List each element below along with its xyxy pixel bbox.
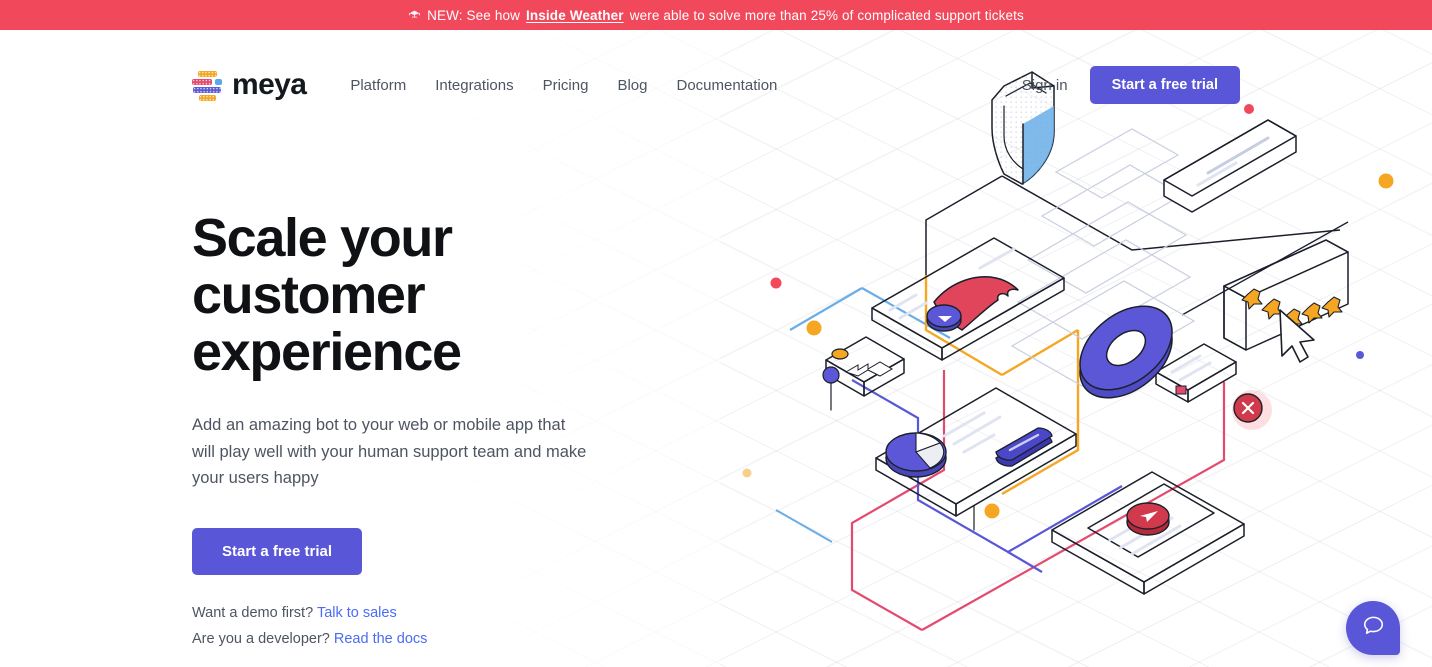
meya-logo[interactable]: meya xyxy=(192,68,307,101)
demo-note: Want a demo first? Talk to sales xyxy=(192,605,662,621)
hero-section: Scale your customer experience Add an am… xyxy=(192,208,662,657)
main-navigation: Platform Integrations Pricing Blog Docum… xyxy=(350,77,777,94)
chat-widget-button[interactable] xyxy=(1346,601,1400,655)
talk-to-sales-link[interactable]: Talk to sales xyxy=(317,605,397,621)
sign-in-link[interactable]: Sign in xyxy=(1022,77,1068,94)
announcement-prefix: NEW: See how xyxy=(427,7,521,23)
nav-documentation[interactable]: Documentation xyxy=(676,77,777,94)
chat-bubble-icon xyxy=(1361,613,1386,643)
nav-integrations[interactable]: Integrations xyxy=(435,77,513,94)
developer-note: Are you a developer? Read the docs xyxy=(192,631,662,647)
header-start-free-trial-button[interactable]: Start a free trial xyxy=(1089,65,1240,105)
page-body: meya Platform Integrations Pricing Blog … xyxy=(0,30,1432,667)
page-title: Scale your customer experience xyxy=(192,208,462,383)
nav-platform[interactable]: Platform xyxy=(350,77,406,94)
announcement-content: NEW: See how Inside Weather were able to… xyxy=(408,8,1024,23)
read-the-docs-link[interactable]: Read the docs xyxy=(334,631,428,647)
nav-blog[interactable]: Blog xyxy=(617,77,647,94)
announcement-suffix: were able to solve more than 25% of comp… xyxy=(629,7,1024,23)
hero-subtitle: Add an amazing bot to your web or mobile… xyxy=(192,415,587,488)
site-header: meya Platform Integrations Pricing Blog … xyxy=(0,30,1432,140)
header-actions: Sign in Start a free trial xyxy=(1022,65,1240,105)
meya-logo-wordmark: meya xyxy=(232,68,307,101)
demo-note-text: Want a demo first? xyxy=(192,605,314,622)
announcement-banner[interactable]: NEW: See how Inside Weather were able to… xyxy=(0,0,1432,30)
megaphone-icon xyxy=(408,9,421,22)
developer-note-text: Are you a developer? xyxy=(192,631,330,648)
announcement-link[interactable]: Inside Weather xyxy=(526,8,624,23)
meya-logo-mark xyxy=(192,70,222,101)
nav-pricing[interactable]: Pricing xyxy=(543,77,589,94)
hero-start-free-trial-button[interactable]: Start a free trial xyxy=(192,528,363,576)
